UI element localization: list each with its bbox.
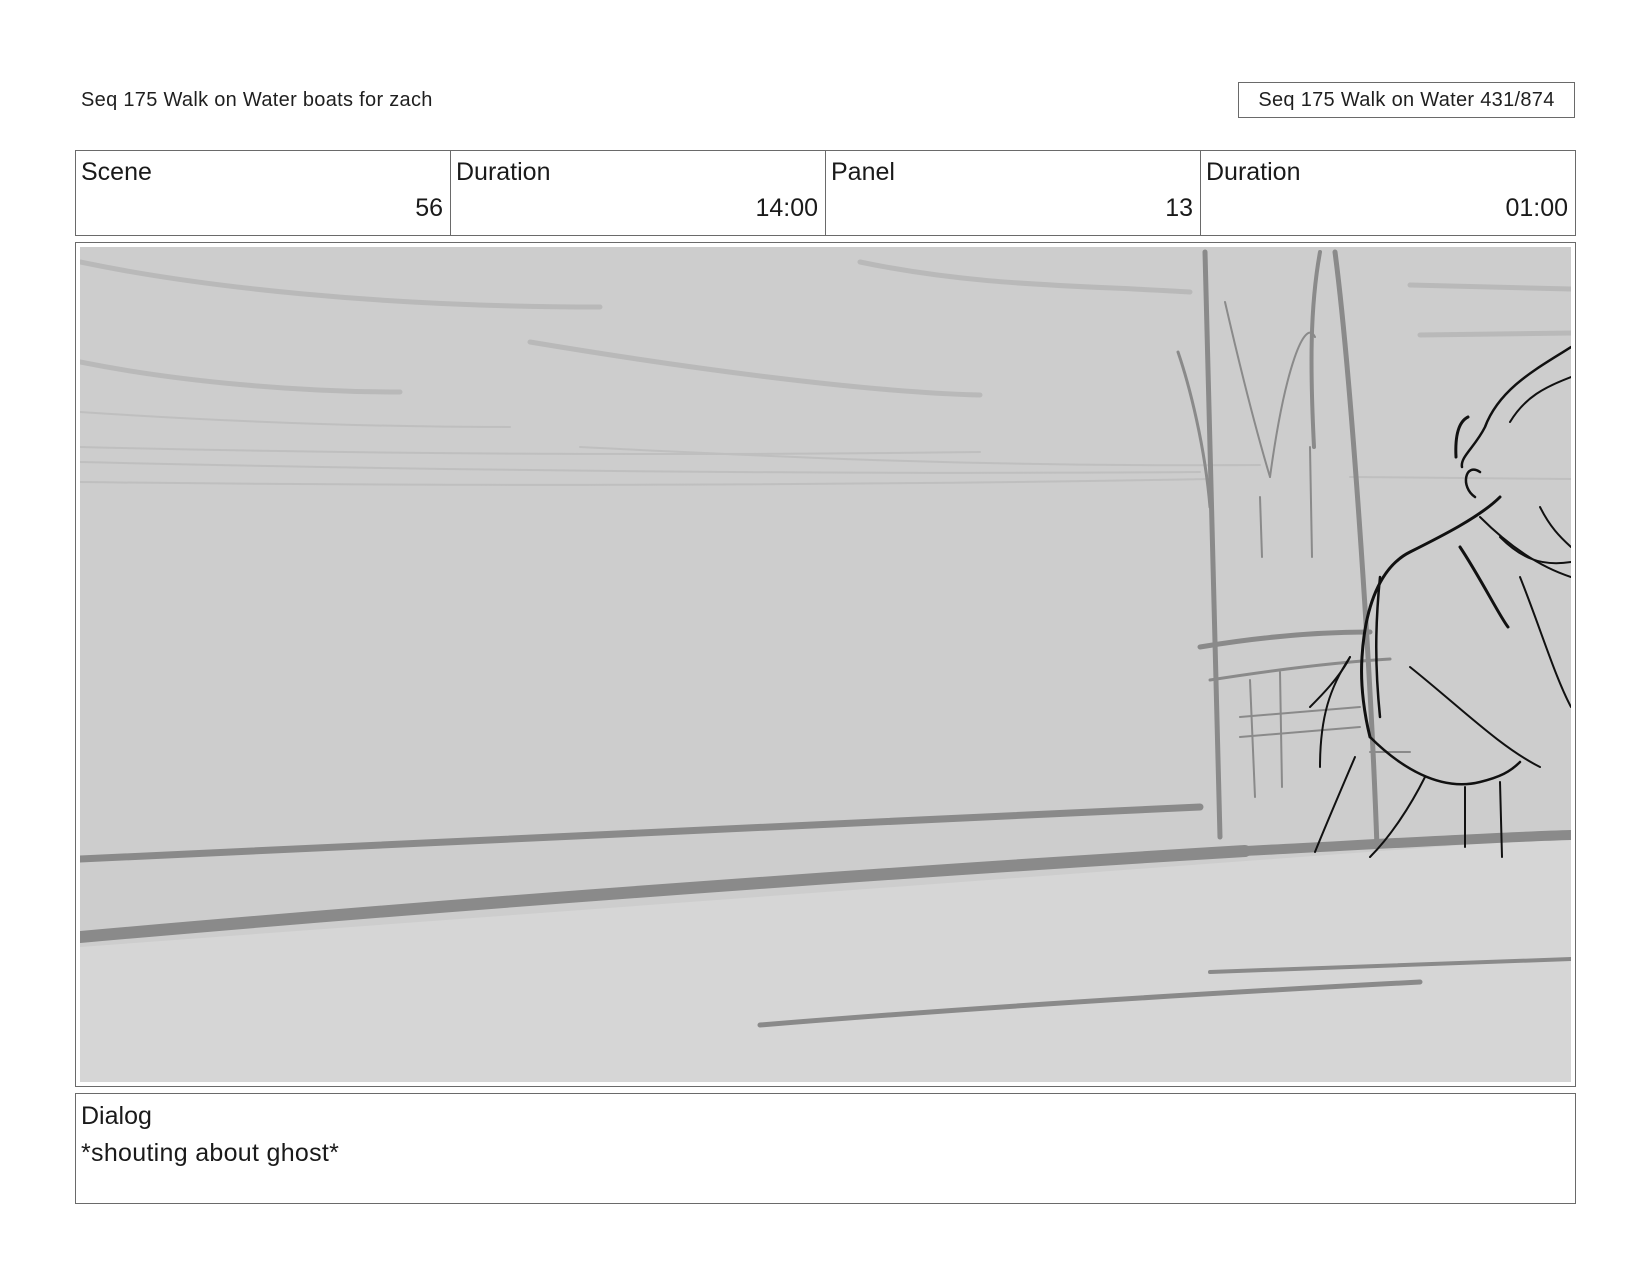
- scene-duration-label: Duration: [456, 158, 551, 186]
- scene-number: 56: [415, 194, 443, 222]
- dialog-box: Dialog *shouting about ghost*: [75, 1093, 1576, 1204]
- panel-duration-value: 01:00: [1505, 194, 1568, 222]
- scene-cell: Scene 56: [76, 151, 451, 235]
- scene-duration-cell: Duration 14:00: [451, 151, 826, 235]
- page-counter: Seq 175 Walk on Water 431/874: [1238, 82, 1575, 118]
- scene-label: Scene: [81, 158, 152, 186]
- storyboard-panel-frame: [75, 242, 1576, 1087]
- dialog-label: Dialog: [81, 1102, 152, 1130]
- panel-info-table: Scene 56 Duration 14:00 Panel 13 Duratio…: [75, 150, 1576, 236]
- panel-duration-label: Duration: [1206, 158, 1301, 186]
- scene-duration-value: 14:00: [755, 194, 818, 222]
- panel-duration-cell: Duration 01:00: [1201, 151, 1575, 235]
- panel-label: Panel: [831, 158, 895, 186]
- panel-number: 13: [1165, 194, 1193, 222]
- storyboard-sketch: [80, 247, 1571, 1082]
- sequence-title: Seq 175 Walk on Water boats for zach: [81, 89, 433, 111]
- dialog-text: *shouting about ghost*: [81, 1139, 340, 1167]
- sketch-drawing: [80, 247, 1571, 1082]
- panel-cell: Panel 13: [826, 151, 1201, 235]
